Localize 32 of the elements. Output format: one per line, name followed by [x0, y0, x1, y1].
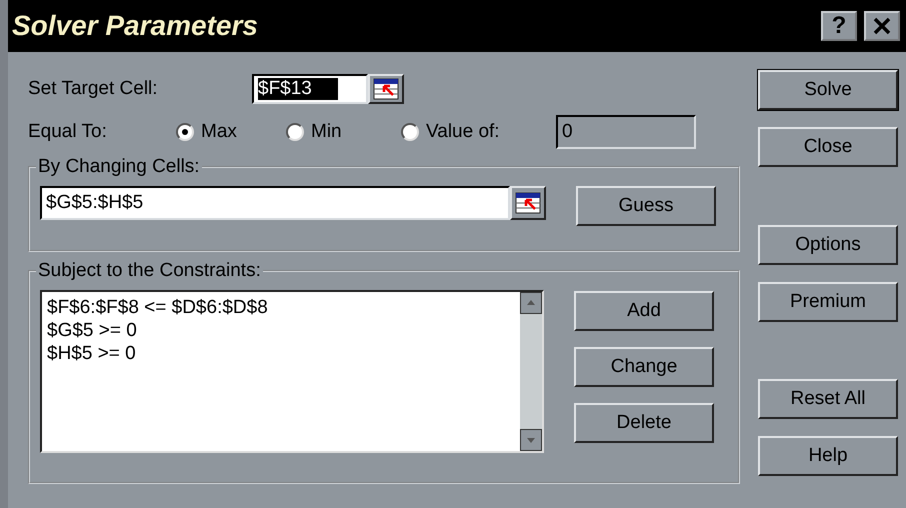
- changing-cells-field[interactable]: $G$5:$H$5: [40, 186, 510, 220]
- constraints-label: Subject to the Constraints:: [37, 260, 262, 282]
- value-of-field[interactable]: 0: [556, 115, 696, 149]
- dialog-button[interactable]: Options: [758, 225, 898, 265]
- guess-button[interactable]: Guess: [576, 186, 716, 226]
- dialog-button[interactable]: Solve: [758, 70, 898, 110]
- radio-option[interactable]: Value of:: [401, 121, 556, 143]
- dialog-button[interactable]: Close: [758, 127, 898, 167]
- collapse-button[interactable]: [368, 74, 404, 104]
- radio-option[interactable]: Max: [176, 121, 286, 143]
- target-cell-label: Set Target Cell:: [28, 78, 159, 100]
- changing-cells-label: By Changing Cells:: [37, 156, 201, 178]
- constraint-button[interactable]: Change: [574, 347, 714, 387]
- equal-to-label: Equal To:: [28, 121, 108, 143]
- collapse-dialog-icon: [373, 78, 399, 100]
- radio-option[interactable]: Min: [286, 121, 401, 143]
- constraint-item[interactable]: $F$6:$F$8 <= $D$6:$D$8: [47, 296, 515, 319]
- target-cell-value: $F$13: [258, 78, 338, 100]
- dialog-button[interactable]: Help: [758, 436, 898, 476]
- dialog-button[interactable]: Premium: [758, 282, 898, 322]
- collapse-dialog-icon: [515, 192, 541, 214]
- constraint-item[interactable]: $H$5 >= 0: [47, 342, 515, 365]
- collapse-button[interactable]: [510, 186, 546, 220]
- help-button[interactable]: ?: [821, 11, 857, 41]
- target-cell-field[interactable]: $F$13: [252, 74, 368, 104]
- close-button[interactable]: [864, 11, 900, 41]
- window-title: Solver Parameters: [12, 10, 259, 42]
- close-icon: [873, 17, 891, 35]
- constraint-button[interactable]: Delete: [574, 403, 714, 443]
- constraint-button[interactable]: Add: [574, 291, 714, 331]
- dialog-button[interactable]: Reset All: [758, 379, 898, 419]
- constraint-item[interactable]: $G$5 >= 0: [47, 319, 515, 342]
